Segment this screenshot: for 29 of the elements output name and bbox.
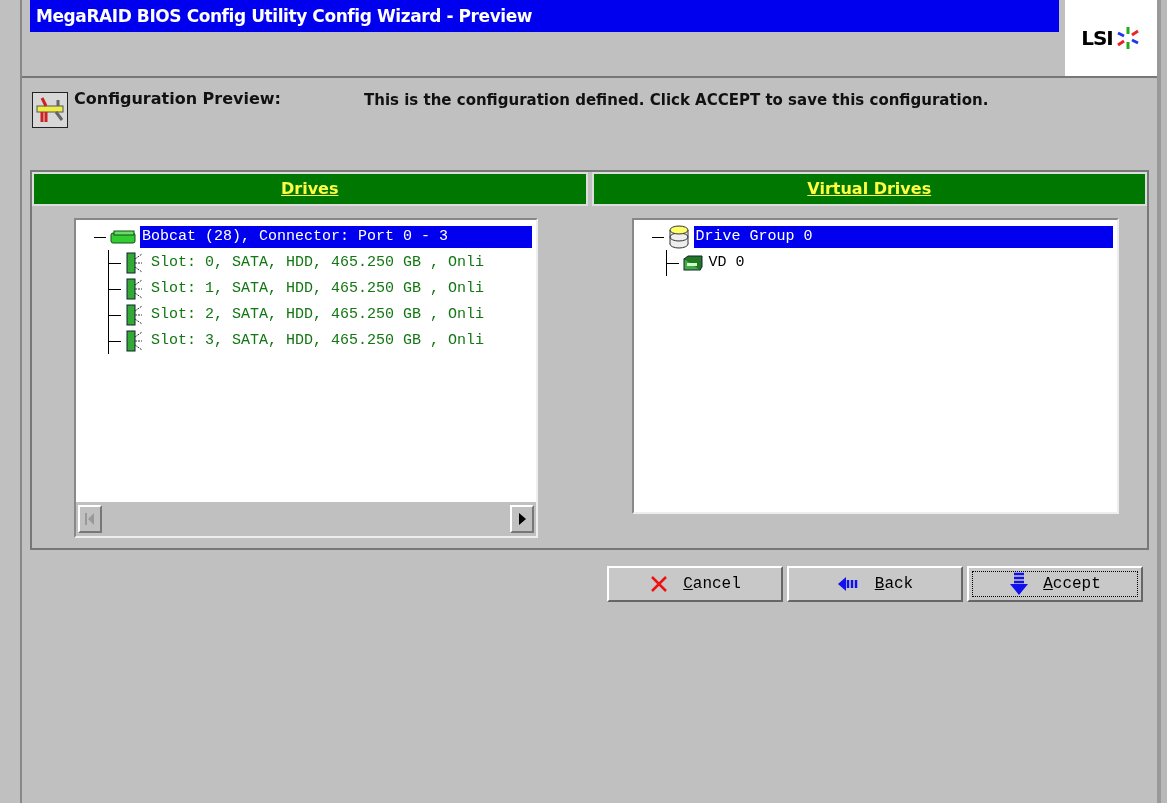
tree-item[interactable]: Slot: 0, SATA, HDD, 465.250 GB , Onli: [149, 252, 532, 274]
database-icon: [667, 225, 690, 249]
window-title-bar: MegaRAID BIOS Config Utility Config Wizard - Preview: [30, 0, 1059, 32]
section-label: Configuration Preview:: [74, 88, 282, 110]
drive-icon: [125, 329, 145, 353]
cancel-button[interactable]: Cancel: [607, 566, 783, 602]
accept-button[interactable]: Accept: [967, 566, 1143, 602]
horizontal-scrollbar[interactable]: [76, 502, 536, 536]
tree-item[interactable]: Drive Group 0: [693, 226, 1113, 248]
panel-header: Virtual Drives: [591, 172, 1147, 206]
right-arrow-icon[interactable]: [516, 512, 527, 526]
drive-icon: [125, 277, 145, 301]
drive-icon: [125, 251, 145, 275]
tree-item[interactable]: Slot: 1, SATA, HDD, 465.250 GB , Onli: [149, 278, 532, 300]
disk-icon: [682, 255, 703, 271]
panel-header: Drives: [32, 172, 588, 206]
tree-item[interactable]: Slot: 3, SATA, HDD, 465.250 GB , Onli: [149, 330, 532, 352]
left-arrow-icon[interactable]: [85, 512, 95, 526]
tree-item[interactable]: Slot: 2, SATA, HDD, 465.250 GB , Onli: [149, 304, 532, 326]
controller-icon: [110, 230, 136, 244]
tree-item[interactable]: Bobcat (28), Connector: Port 0 - 3: [140, 226, 532, 248]
logo: LSI: [1065, 0, 1157, 76]
close-icon: [649, 574, 670, 594]
instruction-text: This is the configuration defined. Click ACCEPT to save this configuration.: [364, 90, 990, 111]
down-arrow-icon: [1009, 572, 1030, 596]
tree-item[interactable]: VD 0: [706, 252, 1113, 274]
back-button[interactable]: Back: [787, 566, 963, 602]
tools-icon: [32, 92, 68, 128]
drive-icon: [125, 303, 145, 327]
